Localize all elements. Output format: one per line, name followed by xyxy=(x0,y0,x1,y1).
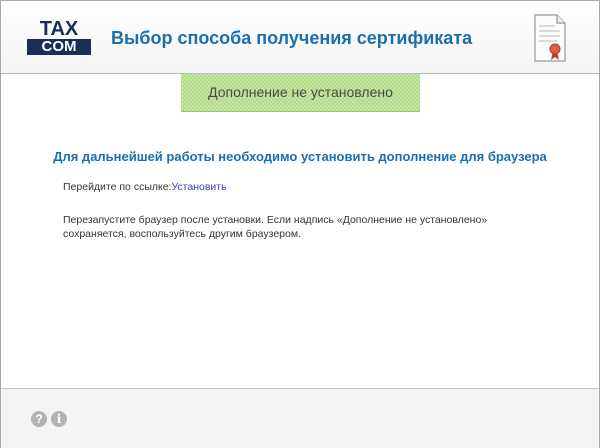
install-link-prefix: Перейдите по ссылке: xyxy=(63,181,172,193)
logo-bottom-text: COM xyxy=(27,39,91,55)
certificate-document-icon xyxy=(534,14,566,62)
logo-top-text: TAX xyxy=(39,18,79,40)
addon-status-banner: Дополнение не установлено xyxy=(181,74,420,112)
install-link[interactable]: Установить xyxy=(171,181,226,193)
header: TAX COM Выбор способа получения сертифик… xyxy=(1,1,599,74)
taxcom-logo: TAX COM xyxy=(27,18,91,57)
footer: ? i xyxy=(1,388,599,448)
page-title: Выбор способа получения сертификата xyxy=(111,28,473,48)
info-icon[interactable]: i xyxy=(51,411,67,427)
install-link-row: Перейдите по ссылке:Установить xyxy=(63,181,227,193)
dialog-window: TAX COM Выбор способа получения сертифик… xyxy=(0,0,600,448)
restart-note: Перезапустите браузер после установки. Е… xyxy=(63,214,488,240)
question-icon[interactable]: ? xyxy=(31,411,47,427)
instruction-heading: Для дальнейшей работы необходимо установ… xyxy=(53,149,547,164)
